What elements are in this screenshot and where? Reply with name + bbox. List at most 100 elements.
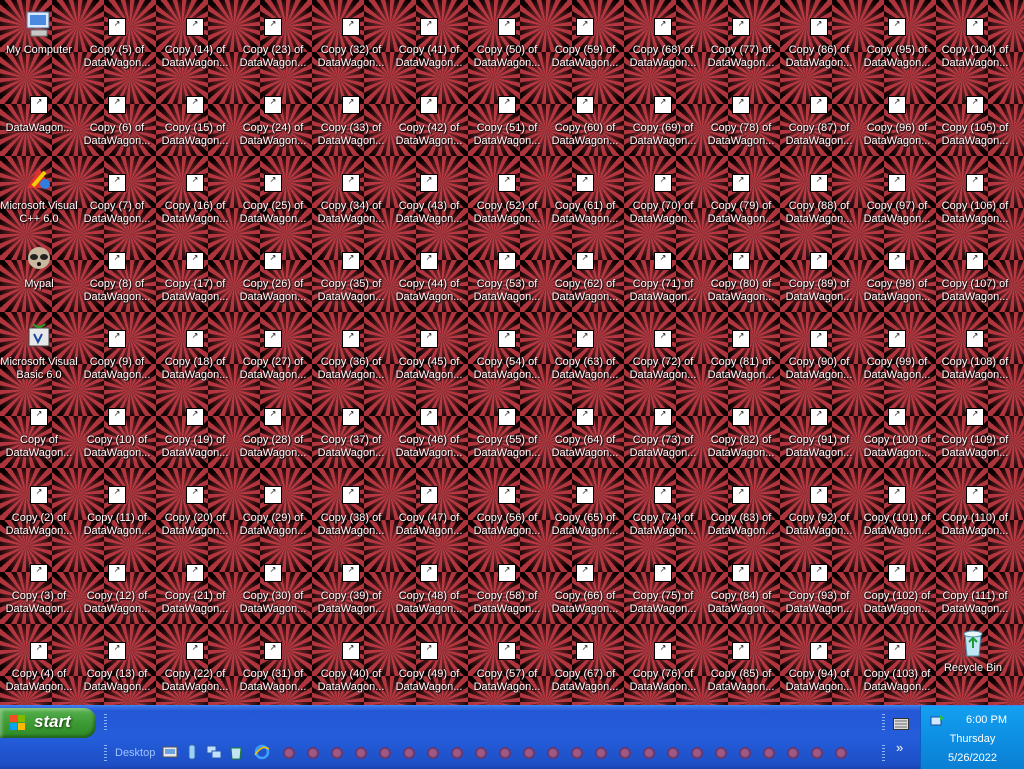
desktop-icon[interactable]: ↗ Copy (92) of DataWagon... (780, 474, 858, 544)
desktop-icon[interactable]: ↗ Copy (11) of DataWagon... (78, 474, 156, 544)
desktop-toolbar-label[interactable]: Desktop (115, 747, 155, 759)
desktop-icon[interactable]: ↗ Copy (83) of DataWagon... (702, 474, 780, 544)
clock-time[interactable]: 6:00 PM (921, 714, 1024, 726)
desktop-icon[interactable]: ↗ Copy (6) of DataWagon... (78, 84, 156, 154)
desktop-icon[interactable]: ↗ Copy (52) of DataWagon... (468, 162, 546, 232)
desktop-icon[interactable]: ↗ Copy (25) of DataWagon... (234, 162, 312, 232)
toolbar-chevron[interactable]: » (896, 740, 903, 755)
recycle-bin[interactable]: Recycle Bin (934, 624, 1012, 694)
desktop-icon[interactable]: ↗ Copy (21) of DataWagon... (156, 552, 234, 622)
desktop-icon[interactable]: ↗ Copy (18) of DataWagon... (156, 318, 234, 388)
desktop-icon[interactable]: ↗ Copy (94) of DataWagon... (780, 630, 858, 700)
desktop-icon[interactable]: ↗ Copy (7) of DataWagon... (78, 162, 156, 232)
toolbar-grip[interactable] (104, 714, 107, 730)
desktop-icon[interactable]: ↗ Copy (47) of DataWagon... (390, 474, 468, 544)
recycle-icon[interactable] (228, 744, 244, 760)
desktop-icon[interactable]: ↗ Copy (107) of DataWagon... (936, 240, 1014, 310)
desktop-icon[interactable]: ↗ Copy (54) of DataWagon... (468, 318, 546, 388)
desktop-icon[interactable]: ↗ Copy (22) of DataWagon... (156, 630, 234, 700)
desktop-icon[interactable]: ↗ Copy (67) of DataWagon... (546, 630, 624, 700)
desktop-icon[interactable]: ↗ Copy (64) of DataWagon... (546, 396, 624, 466)
desktop-icon[interactable]: ↗ Copy (39) of DataWagon... (312, 552, 390, 622)
desktop-icon[interactable]: ↗ Copy (80) of DataWagon... (702, 240, 780, 310)
desktop-icon[interactable]: ↗ Copy (15) of DataWagon... (156, 84, 234, 154)
desktop-icon[interactable]: ↗ Copy (75) of DataWagon... (624, 552, 702, 622)
desktop-icon[interactable]: ↗ Copy (9) of DataWagon... (78, 318, 156, 388)
desktop-icon[interactable]: ↗ Copy (87) of DataWagon... (780, 84, 858, 154)
desktop-icon[interactable]: ↗ Copy (110) of DataWagon... (936, 474, 1014, 544)
desktop-icon[interactable]: ↗ Copy (49) of DataWagon... (390, 630, 468, 700)
desktop-icon[interactable]: ↗ Copy (37) of DataWagon... (312, 396, 390, 466)
desktop-icon[interactable]: ↗ Copy (73) of DataWagon... (624, 396, 702, 466)
show-desktop-icon[interactable] (162, 744, 178, 760)
desktop-icon[interactable]: ↗ Copy (27) of DataWagon... (234, 318, 312, 388)
desktop-icon[interactable]: ↗ Copy (17) of DataWagon... (156, 240, 234, 310)
desktop-icon[interactable]: ↗ Copy (26) of DataWagon... (234, 240, 312, 310)
desktop-icon[interactable]: ↗ Copy (62) of DataWagon... (546, 240, 624, 310)
desktop-icon[interactable]: ↗ Copy (60) of DataWagon... (546, 84, 624, 154)
desktop-icon[interactable]: ↗ Copy (69) of DataWagon... (624, 84, 702, 154)
desktop-icon[interactable]: ↗ Copy (14) of DataWagon... (156, 6, 234, 76)
desktop-icon[interactable]: ↗ Copy (29) of DataWagon... (234, 474, 312, 544)
toolbar-grip[interactable] (882, 745, 885, 761)
desktop-icon[interactable]: ↗ Copy (38) of DataWagon... (312, 474, 390, 544)
desktop-icon[interactable]: ↗ DataWagon... (0, 84, 78, 154)
desktop-icon[interactable]: ↗ Copy (53) of DataWagon... (468, 240, 546, 310)
desktop-icon[interactable]: ↗ Copy (78) of DataWagon... (702, 84, 780, 154)
desktop-icon[interactable]: ↗ Copy (46) of DataWagon... (390, 396, 468, 466)
desktop-icon[interactable]: ↗ Copy (76) of DataWagon... (624, 630, 702, 700)
desktop-icon[interactable]: ↗ Copy (61) of DataWagon... (546, 162, 624, 232)
desktop-icon[interactable]: ↗ Copy (111) of DataWagon... (936, 552, 1014, 622)
desktop-icon[interactable]: ↗ Copy (50) of DataWagon... (468, 6, 546, 76)
start-button[interactable]: start (0, 708, 96, 738)
desktop-icon[interactable]: ↗ Copy (36) of DataWagon... (312, 318, 390, 388)
desktop-icon[interactable]: ↗ Copy (55) of DataWagon... (468, 396, 546, 466)
desktop-icon[interactable]: ↗ Copy (42) of DataWagon... (390, 84, 468, 154)
desktop-icon[interactable]: ↗ Copy (45) of DataWagon... (390, 318, 468, 388)
desktop-icon[interactable]: ↗ Copy (28) of DataWagon... (234, 396, 312, 466)
desktop-icon[interactable]: Microsoft Visual C++ 6.0 (0, 162, 78, 232)
internet-explorer-icon[interactable] (254, 744, 270, 760)
desktop-icon[interactable]: ↗ Copy (89) of DataWagon... (780, 240, 858, 310)
desktop-icon[interactable]: ↗ Copy (97) of DataWagon... (858, 162, 936, 232)
desktop-icon[interactable]: ↗ Copy (51) of DataWagon... (468, 84, 546, 154)
desktop-icon[interactable]: ↗ Copy (34) of DataWagon... (312, 162, 390, 232)
desktop-icon[interactable]: ↗ Copy (32) of DataWagon... (312, 6, 390, 76)
desktop-icon[interactable]: ↗ Copy (48) of DataWagon... (390, 552, 468, 622)
desktop-icon[interactable]: ↗ Copy (96) of DataWagon... (858, 84, 936, 154)
desktop-icon[interactable]: ↗ Copy (4) of DataWagon... (0, 630, 78, 700)
desktop-icon[interactable]: ↗ Copy (88) of DataWagon... (780, 162, 858, 232)
desktop-icon[interactable]: ↗ Copy (19) of DataWagon... (156, 396, 234, 466)
desktop-icon[interactable]: ↗ Copy (68) of DataWagon... (624, 6, 702, 76)
desktop-icon[interactable]: ↗ Copy (82) of DataWagon... (702, 396, 780, 466)
network-icon[interactable] (206, 744, 222, 760)
desktop-icon[interactable]: ↗ Copy (98) of DataWagon... (858, 240, 936, 310)
desktop-icon[interactable]: ↗ Copy (74) of DataWagon... (624, 474, 702, 544)
desktop-icon[interactable]: ↗ Copy (66) of DataWagon... (546, 552, 624, 622)
desktop[interactable]: Recycle Bin My Computer ↗ DataWagon... Micr… (0, 0, 1024, 705)
desktop-icon[interactable]: ↗ Copy (91) of DataWagon... (780, 396, 858, 466)
desktop-icon[interactable]: ↗ Copy (81) of DataWagon... (702, 318, 780, 388)
desktop-icon[interactable]: ↗ Copy (44) of DataWagon... (390, 240, 468, 310)
desktop-icon[interactable]: ↗ Copy (35) of DataWagon... (312, 240, 390, 310)
desktop-icon[interactable]: ↗ Copy (102) of DataWagon... (858, 552, 936, 622)
desktop-icon[interactable]: Microsoft Visual Basic 6.0 (0, 318, 78, 388)
desktop-icon[interactable]: ↗ Copy (93) of DataWagon... (780, 552, 858, 622)
desktop-icon[interactable]: ↗ Copy (20) of DataWagon... (156, 474, 234, 544)
desktop-icon[interactable]: ↗ Copy (23) of DataWagon... (234, 6, 312, 76)
toolbar-grip[interactable] (882, 714, 885, 730)
desktop-icon[interactable]: ↗ Copy (2) of DataWagon... (0, 474, 78, 544)
desktop-icon[interactable]: My Computer (0, 6, 78, 76)
desktop-icon[interactable]: ↗ Copy (31) of DataWagon... (234, 630, 312, 700)
desktop-icon[interactable]: ↗ Copy (103) of DataWagon... (858, 630, 936, 700)
desktop-icon[interactable]: ↗ Copy (13) of DataWagon... (78, 630, 156, 700)
desktop-icon[interactable]: ↗ Copy (95) of DataWagon... (858, 6, 936, 76)
desktop-icon[interactable]: ↗ Copy (90) of DataWagon... (780, 318, 858, 388)
desktop-icon[interactable]: ↗ Copy of DataWagon... (0, 396, 78, 466)
desktop-icon[interactable]: ↗ Copy (101) of DataWagon... (858, 474, 936, 544)
desktop-icon[interactable]: ↗ Copy (106) of DataWagon... (936, 162, 1014, 232)
desktop-icon[interactable]: ↗ Copy (40) of DataWagon... (312, 630, 390, 700)
desktop-icon[interactable]: ↗ Copy (109) of DataWagon... (936, 396, 1014, 466)
windows-media-icon[interactable] (184, 744, 200, 760)
desktop-icon[interactable]: Mypal (0, 240, 78, 310)
